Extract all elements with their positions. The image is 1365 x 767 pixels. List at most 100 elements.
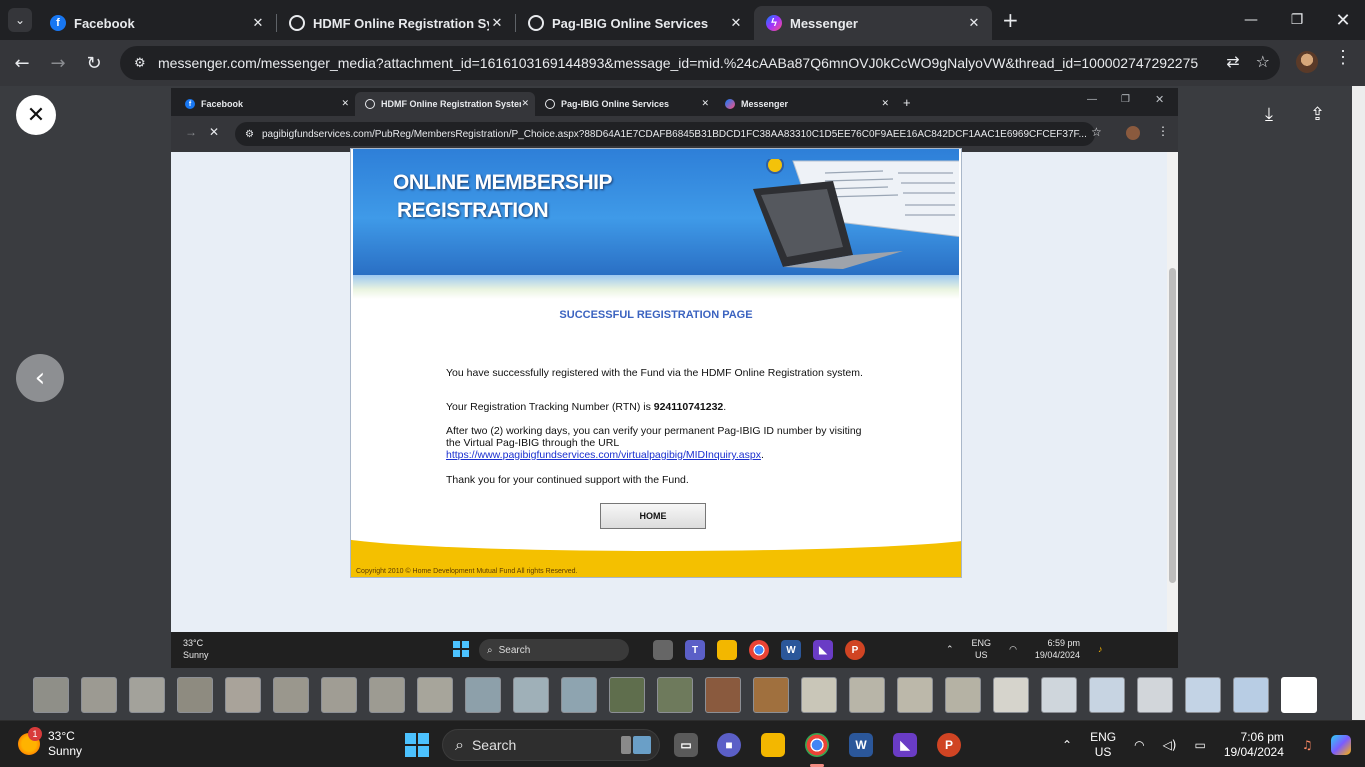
filmstrip-thumbnail[interactable] bbox=[225, 677, 261, 713]
taskbar-search[interactable]: ⌕ Search bbox=[442, 729, 660, 761]
previous-media-icon[interactable]: ‹ bbox=[16, 354, 64, 402]
close-tab-icon[interactable]: ✕ bbox=[966, 16, 982, 31]
filmstrip-thumbnail[interactable] bbox=[609, 677, 645, 713]
chrome-icon bbox=[805, 733, 829, 757]
profile-avatar[interactable] bbox=[1296, 51, 1318, 73]
filmstrip-thumbnail[interactable] bbox=[1089, 677, 1125, 713]
visual-studio-button[interactable]: ◣ bbox=[889, 729, 921, 761]
filmstrip-thumbnail[interactable] bbox=[369, 677, 405, 713]
window-close-icon[interactable]: ✕ bbox=[1320, 0, 1365, 40]
show-hidden-icons-chevron-icon[interactable]: ⌃ bbox=[1062, 738, 1072, 752]
translate-icon[interactable]: ⇄ bbox=[1226, 52, 1239, 71]
minimize-icon[interactable]: — bbox=[1228, 0, 1274, 40]
inner-tab-hdmf: HDMF Online Registration System ✕ bbox=[355, 92, 535, 116]
filmstrip-thumbnail[interactable] bbox=[561, 677, 597, 713]
filmstrip-thumbnail[interactable] bbox=[897, 677, 933, 713]
tab-search-dropdown-icon[interactable]: ⌄ bbox=[8, 8, 32, 32]
chrome-icon bbox=[749, 640, 769, 660]
restore-icon[interactable]: ❐ bbox=[1274, 0, 1320, 40]
facebook-icon: f bbox=[185, 99, 195, 109]
battery-icon[interactable]: ▭ bbox=[1194, 738, 1205, 752]
browser-tab-strip: ⌄ f Facebook ✕ HDMF Online Registration … bbox=[0, 0, 1365, 40]
filmstrip-thumbnail[interactable] bbox=[81, 677, 117, 713]
language-indicator[interactable]: ENG US bbox=[1090, 730, 1116, 760]
download-icon[interactable]: ⤓ bbox=[1265, 104, 1273, 125]
site-info-icon[interactable]: ⚙ bbox=[134, 56, 156, 71]
powerpoint-icon: P bbox=[937, 733, 961, 757]
task-view-button[interactable]: ▭ bbox=[670, 729, 702, 761]
filmstrip-thumbnail[interactable] bbox=[753, 677, 789, 713]
copilot-icon[interactable] bbox=[1330, 735, 1351, 755]
filmstrip-thumbnail[interactable] bbox=[1233, 677, 1269, 713]
teams-button[interactable]: ■ bbox=[713, 729, 745, 761]
thank-you-message: Thank you for your continued support wit… bbox=[446, 474, 689, 486]
filmstrip-thumbnail[interactable] bbox=[513, 677, 549, 713]
file-explorer-icon bbox=[761, 733, 785, 757]
url-text[interactable]: messenger.com/messenger_media?attachment… bbox=[158, 55, 1198, 71]
filmstrip-thumbnail[interactable] bbox=[321, 677, 357, 713]
filmstrip-thumbnail[interactable] bbox=[273, 677, 309, 713]
date: 19/04/2024 bbox=[1223, 745, 1284, 759]
filmstrip-thumbnail[interactable] bbox=[705, 677, 741, 713]
inner-clock: 6:59 pm 19/04/2024 bbox=[1035, 637, 1080, 661]
tray-chevron-icon: ⌃ bbox=[946, 644, 954, 654]
registration-banner: ONLINE MEMBERSHIP REGISTRATION bbox=[353, 149, 959, 275]
filmstrip-thumbnail[interactable] bbox=[33, 677, 69, 713]
start-button[interactable] bbox=[401, 729, 433, 761]
tab-label: Facebook bbox=[201, 99, 244, 109]
address-bar[interactable]: ⚙ messenger.com/messenger_media?attachme… bbox=[120, 46, 1280, 80]
powerpoint-button[interactable]: P bbox=[933, 729, 965, 761]
close-tab-icon[interactable]: ✕ bbox=[489, 16, 505, 31]
tab-messenger[interactable]: ϟ Messenger ✕ bbox=[754, 6, 992, 40]
filmstrip-thumbnail[interactable] bbox=[993, 677, 1029, 713]
tab-facebook[interactable]: f Facebook ✕ bbox=[38, 6, 276, 40]
home-button[interactable]: HOME bbox=[600, 503, 706, 529]
filmstrip-thumbnail[interactable] bbox=[945, 677, 981, 713]
reload-icon[interactable]: ↻ bbox=[76, 45, 112, 81]
tab-label: HDMF Online Registration System bbox=[313, 15, 489, 31]
teams-icon: T bbox=[685, 640, 705, 660]
viewer-scrollbar[interactable] bbox=[1352, 86, 1365, 720]
filmstrip-thumbnail[interactable] bbox=[1137, 677, 1173, 713]
lang-code: ENG bbox=[1090, 730, 1117, 744]
filmstrip-thumbnail-selected[interactable] bbox=[1281, 677, 1317, 713]
volume-icon[interactable]: ◁) bbox=[1163, 738, 1177, 752]
word-icon: W bbox=[781, 640, 801, 660]
tab-hdmf-registration[interactable]: HDMF Online Registration System ✕ bbox=[277, 6, 515, 40]
filmstrip-thumbnail[interactable] bbox=[177, 677, 213, 713]
filmstrip-thumbnail[interactable] bbox=[1185, 677, 1221, 713]
visual-studio-icon: ◣ bbox=[893, 733, 917, 757]
close-tab-icon[interactable]: ✕ bbox=[250, 16, 266, 31]
browser-menu-icon[interactable]: ⋮ bbox=[1334, 47, 1352, 68]
chrome-button[interactable] bbox=[801, 729, 833, 761]
back-arrow-icon[interactable]: ← bbox=[4, 45, 40, 81]
filmstrip-thumbnail[interactable] bbox=[801, 677, 837, 713]
wifi-icon[interactable]: ◠ bbox=[1134, 738, 1144, 752]
filmstrip-thumbnail[interactable] bbox=[129, 677, 165, 713]
share-icon[interactable]: ⇪ bbox=[1310, 104, 1325, 125]
file-explorer-icon bbox=[717, 640, 737, 660]
filmstrip-thumbnail[interactable] bbox=[1041, 677, 1077, 713]
close-viewer-icon[interactable]: ✕ bbox=[16, 95, 56, 135]
filmstrip-thumbnail[interactable] bbox=[849, 677, 885, 713]
filmstrip-thumbnail[interactable] bbox=[417, 677, 453, 713]
tab-pagibig-services[interactable]: Pag-IBIG Online Services ✕ bbox=[516, 6, 754, 40]
notification-bell-icon[interactable]: ♫ bbox=[1302, 738, 1313, 752]
word-button[interactable]: W bbox=[845, 729, 877, 761]
filmstrip-thumbnail[interactable] bbox=[657, 677, 693, 713]
rtn-number: 924110741232 bbox=[653, 401, 724, 413]
weather-text: 33°C Sunny bbox=[48, 729, 82, 759]
weather-widget[interactable]: 1 33°C Sunny bbox=[18, 727, 82, 759]
file-explorer-button[interactable] bbox=[757, 729, 789, 761]
inner-system-tray: ⌃ ENG US ◠ 6:59 pm 19/04/2024 ♪ bbox=[946, 637, 1102, 661]
globe-icon bbox=[528, 15, 544, 31]
clock[interactable]: 7:06 pm 19/04/2024 bbox=[1224, 730, 1284, 760]
task-view-icon: ▭ bbox=[674, 733, 698, 757]
close-tab-icon[interactable]: ✕ bbox=[728, 16, 744, 31]
forward-arrow-icon[interactable]: → bbox=[40, 45, 76, 81]
media-viewer: ✕ ‹ ⤓ ⇪ f Facebook ✕ HDMF Online Registr… bbox=[0, 86, 1365, 720]
filmstrip-thumbnail[interactable] bbox=[465, 677, 501, 713]
new-tab-plus-icon[interactable]: + bbox=[1002, 8, 1019, 32]
mid-inquiry-link[interactable]: https://www.pagibigfundservices.com/virt… bbox=[446, 449, 761, 461]
bookmark-star-icon[interactable]: ☆ bbox=[1256, 52, 1270, 71]
